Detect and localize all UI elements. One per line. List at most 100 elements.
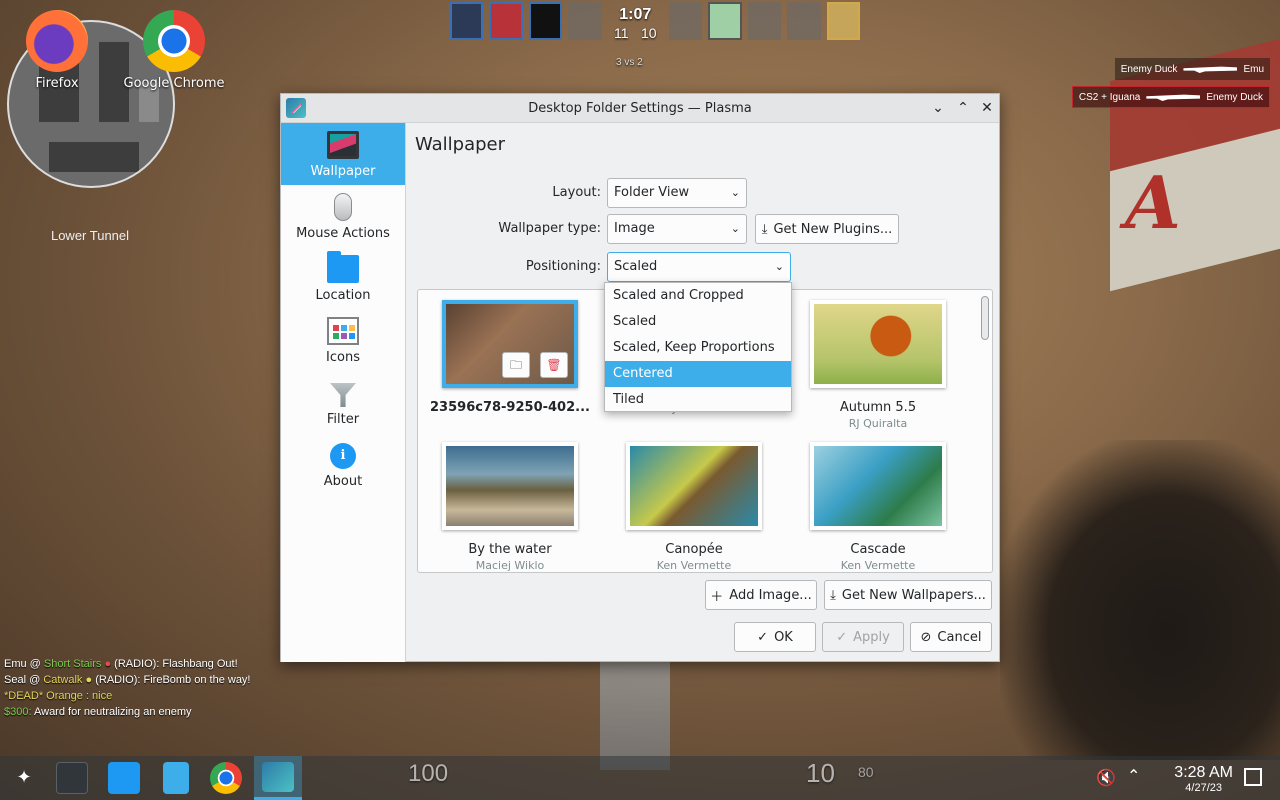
open-folder-button[interactable]: 🗀 [502,352,530,378]
game-chat: Emu @ Short Stairs ● (RADIO): Flashbang … [4,656,251,720]
sidebar-item-about[interactable]: i About [281,433,405,495]
game-bottom-hud: 100 10 80 [370,756,910,796]
window-titlebar[interactable]: Desktop Folder Settings — Plasma ⌄ ⌃ ✕ [281,94,999,123]
positioning-combobox[interactable]: Scaled ⌄ [607,252,791,282]
clock-date: 4/27/23 [1185,782,1222,794]
active-task-plasma-settings[interactable] [254,756,302,800]
sidebar-item-filter[interactable]: Filter [281,371,405,433]
killfeed-victim: Emu [1243,63,1264,75]
get-new-plugins-button[interactable]: ⤓ Get New Plugins... [755,214,899,244]
cancel-button[interactable]: ⊘ Cancel [910,622,992,652]
wallpaper-name: Canopée [665,542,723,557]
desktop-chrome-shortcut[interactable]: Google Chrome [119,10,229,91]
app-launcher-icon[interactable]: ✦ [8,762,40,794]
positioning-option[interactable]: Scaled [605,309,791,335]
chat-line: Emu @ Short Stairs ● (RADIO): Flashbang … [4,658,238,670]
sidebar-item-label: Location [315,288,371,303]
wallpaper-icon [327,131,359,159]
wallpaper-thumbnail [810,300,946,388]
radar-location-label: Lower Tunnel [50,228,130,243]
info-icon: i [330,443,356,469]
positioning-option[interactable]: Scaled and Cropped [605,283,791,309]
wallpaper-author: Ken Vermette [840,559,916,572]
sidebar-item-wallpaper[interactable]: Wallpaper [281,123,405,185]
wallpaper-name: By the water [468,542,552,557]
round-timer: 1:07 11 10 [608,2,663,42]
tray-expand-icon[interactable]: ⌃ [1127,766,1140,785]
system-settings-icon[interactable] [56,762,88,794]
timer-text: 1:07 [619,6,652,23]
wallpaper-thumbnail [626,442,762,530]
clock-time: 3:28 AM [1174,764,1233,781]
killfeed-entry: Enemy Duck Emu [1114,58,1270,80]
get-new-wallpapers-button[interactable]: ⤓ Get New Wallpapers... [824,580,992,610]
discover-store-icon[interactable] [108,762,140,794]
icons-icon [327,317,359,345]
ok-button[interactable]: ✓ OK [734,622,816,652]
folder-icon [327,251,359,283]
wallpaper-name: Cascade [850,542,906,557]
layout-combobox[interactable]: Folder View ⌄ [607,178,747,208]
sidebar-item-mouse-actions[interactable]: Mouse Actions [281,185,405,247]
file-manager-icon[interactable] [163,762,189,794]
chrome-taskbar-icon[interactable] [210,762,242,794]
sidebar-item-location[interactable]: Location [281,247,405,309]
positioning-option[interactable]: Scaled, Keep Proportions [605,335,791,361]
desktop-firefox-shortcut[interactable]: Firefox [2,10,112,91]
sidebar-item-icons[interactable]: Icons [281,309,405,371]
chevron-down-icon: ⌄ [730,186,740,199]
wallpaper-type-combobox[interactable]: Image ⌄ [607,214,747,244]
gallery-scrollbar[interactable] [981,296,989,340]
download-icon: ⤓ [761,221,768,237]
positioning-option[interactable]: Tiled [605,387,791,413]
maximize-button[interactable]: ⌃ [953,98,973,118]
volume-muted-icon[interactable]: 🔇 [1096,768,1116,787]
cancel-icon: ⊘ [920,629,932,645]
score-right: 10 [640,25,657,41]
add-image-button[interactable]: ＋ Add Image... [705,580,817,610]
rifle-icon [1183,66,1238,73]
score-left: 11 [614,25,629,41]
wallpaper-item[interactable]: Autumn 5.5 RJ Quiralta [798,290,958,430]
wallpaper-item[interactable]: Cascade Ken Vermette [798,432,958,572]
sidebar-item-label: Icons [326,350,360,365]
wallpaper-thumbnail: 🗀 🗑 [442,300,578,388]
wallpaper-name: 23596c78-9250-402... [430,400,590,415]
button-label: Cancel [937,629,982,645]
player-portrait [787,2,821,40]
killfeed-entry: CS2 + Iguana Enemy Duck [1071,86,1270,108]
plasma-settings-icon [262,762,294,792]
wallpaper-item[interactable]: By the water Maciej Wiklo [430,432,590,572]
killfeed: Enemy Duck Emu CS2 + Iguana Enemy Duck [1071,58,1270,108]
wallpaper-thumbnail [810,442,946,530]
game-sign-letter: A [1125,160,1181,245]
positioning-option-highlighted[interactable]: Centered [605,361,791,387]
wallpaper-item[interactable]: 🗀 🗑 23596c78-9250-402... [430,290,590,430]
positioning-label: Positioning: [525,259,601,274]
window-title: Desktop Folder Settings — Plasma [528,100,752,116]
wallpaper-author: RJ Quiralta [848,417,908,430]
minimize-button[interactable]: ⌄ [928,98,948,118]
killfeed-killer: Enemy Duck [1120,63,1178,75]
wallpaper-name: Autumn 5.5 [839,400,917,415]
ammo-value: 10 [806,758,835,788]
player-portrait [826,2,861,40]
filter-icon [330,383,356,407]
game-weapon-model [1000,440,1280,760]
wallpaper-author: Maciej Wiklo [475,559,545,572]
killfeed-killer: CS2 + Iguana [1078,91,1141,103]
show-desktop-icon[interactable] [1244,768,1262,786]
sidebar-item-label: Wallpaper [310,164,376,179]
wallpaper-author: Ken Vermette [656,559,732,572]
wallpaper-item[interactable]: Canopée Ken Vermette [614,432,774,572]
delete-button[interactable]: 🗑 [540,352,568,378]
wallpaper-type-value: Image [614,221,655,236]
button-label: Get New Wallpapers... [841,587,986,603]
digital-clock[interactable]: 3:28 AM 4/27/23 [1174,764,1233,794]
chat-line: $300: Award for neutralizing an enemy [4,706,192,718]
wallpaper-type-label: Wallpaper type: [498,221,601,236]
apply-button[interactable]: ✓ Apply [822,622,904,652]
close-button[interactable]: ✕ [977,98,997,118]
plasma-app-icon [286,98,306,118]
button-label: Add Image... [729,587,812,603]
